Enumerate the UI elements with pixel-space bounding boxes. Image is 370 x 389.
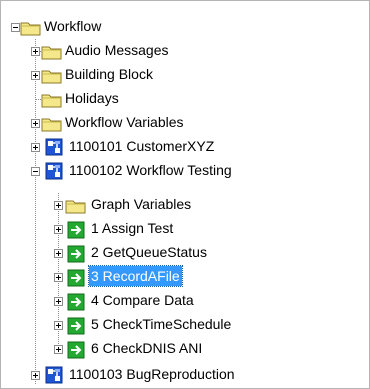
tree-node-customerxyz[interactable]: 1100101 CustomerXYZ — [1, 135, 369, 159]
tree-node-assign-test[interactable]: 1 Assign Test — [1, 217, 369, 241]
tree-node-building-block[interactable]: Building Block — [1, 63, 369, 87]
folder-icon — [41, 91, 63, 109]
tree-node-label: 1100101 CustomerXYZ — [69, 138, 215, 154]
workflow-tree: Workflow Audio Messages Building Block H… — [1, 1, 369, 388]
tree-node-holidays[interactable]: Holidays — [1, 87, 369, 111]
expand-toggle[interactable] — [54, 321, 63, 330]
expand-toggle[interactable] — [54, 297, 63, 306]
tree-node-label: 1100102 Workflow Testing — [69, 162, 232, 178]
tree-node-recordafile[interactable]: 3 RecordAFile — [1, 265, 369, 289]
expand-toggle[interactable] — [31, 119, 40, 128]
tree-node-label: Workflow — [44, 18, 102, 34]
tree-node-label: Holidays — [65, 90, 119, 106]
folder-icon — [41, 67, 63, 85]
step-arrow-icon — [67, 269, 85, 287]
tree-node-label-selected: 3 RecordAFile — [88, 265, 183, 287]
expand-toggle[interactable] — [31, 71, 40, 80]
tree-node-checkdnis-ani[interactable]: 6 CheckDNIS ANI — [1, 337, 369, 361]
tree-node-checktimeschedule[interactable]: 5 CheckTimeSchedule — [1, 313, 369, 337]
folder-icon — [41, 43, 63, 61]
tree-view[interactable]: Workflow Audio Messages Building Block H… — [0, 0, 370, 389]
expand-toggle[interactable] — [54, 225, 63, 234]
expand-toggle[interactable] — [54, 201, 63, 210]
tree-node-label: Audio Messages — [65, 42, 169, 58]
workflow-icon — [45, 366, 63, 384]
tree-node-getqueuestatus[interactable]: 2 GetQueueStatus — [1, 241, 369, 265]
step-arrow-icon — [67, 221, 85, 239]
expand-toggle[interactable] — [31, 47, 40, 56]
tree-node-label: Graph Variables — [91, 196, 192, 212]
step-arrow-icon — [67, 341, 85, 359]
tree-node-workflow-testing[interactable]: 1100102 Workflow Testing — [1, 159, 369, 183]
tree-node-workflow[interactable]: Workflow — [1, 15, 369, 39]
folder-icon — [65, 197, 87, 215]
tree-node-graph-variables[interactable]: Graph Variables — [1, 193, 369, 217]
tree-node-audio-messages[interactable]: Audio Messages — [1, 39, 369, 63]
step-arrow-icon — [67, 317, 85, 335]
folder-icon — [20, 19, 42, 37]
expand-toggle[interactable] — [54, 249, 63, 258]
expand-toggle[interactable] — [31, 371, 40, 380]
expand-toggle[interactable] — [54, 273, 63, 282]
tree-node-label: 5 CheckTimeSchedule — [91, 316, 232, 332]
tree-node-label: Workflow Variables — [65, 114, 184, 130]
tree-node-label: 6 CheckDNIS ANI — [91, 340, 203, 356]
tree-node-label: 4 Compare Data — [91, 292, 194, 308]
step-arrow-icon — [67, 293, 85, 311]
collapse-toggle[interactable] — [11, 23, 20, 32]
tree-node-label: 1 Assign Test — [91, 220, 174, 236]
workflow-icon — [45, 162, 63, 180]
tree-node-label: 2 GetQueueStatus — [91, 244, 207, 260]
expand-toggle[interactable] — [31, 143, 40, 152]
tree-node-label: 1100103 BugReproduction — [69, 366, 235, 382]
expand-toggle[interactable] — [54, 345, 63, 354]
step-arrow-icon — [67, 245, 85, 263]
tree-node-compare-data[interactable]: 4 Compare Data — [1, 289, 369, 313]
tree-node-bugreproduction[interactable]: 1100103 BugReproduction — [1, 363, 369, 387]
tree-node-label: Building Block — [65, 66, 153, 82]
folder-icon — [41, 115, 63, 133]
workflow-icon — [45, 138, 63, 156]
tree-node-workflow-variables[interactable]: Workflow Variables — [1, 111, 369, 135]
collapse-toggle[interactable] — [31, 167, 40, 176]
